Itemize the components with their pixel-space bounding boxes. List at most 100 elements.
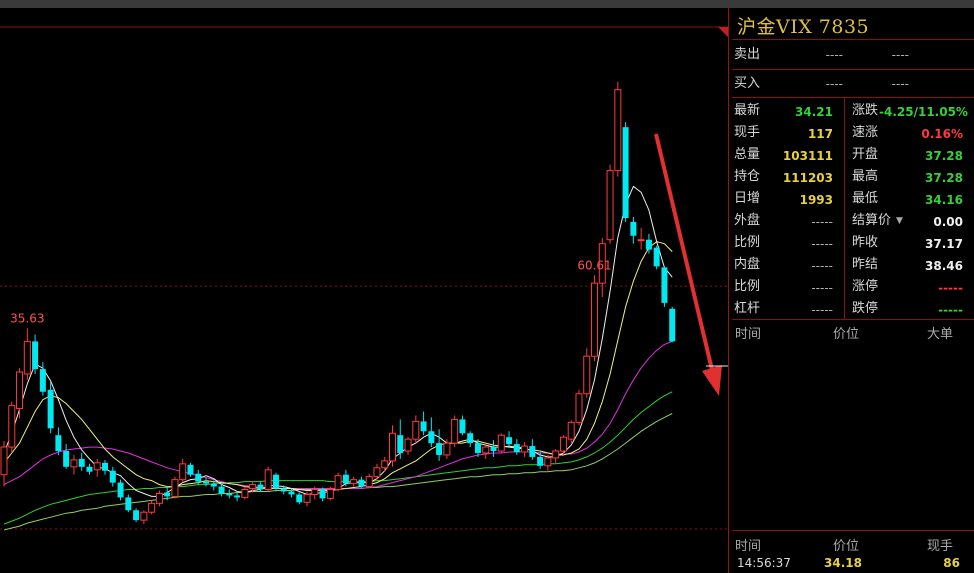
quote-right-value: 0.00 <box>933 215 963 229</box>
candle-body <box>140 511 148 521</box>
candle-body <box>661 267 668 303</box>
candle-body <box>381 460 389 469</box>
candle-body <box>303 493 311 503</box>
candle-body <box>23 340 31 375</box>
candle-body <box>32 341 39 370</box>
candle-body <box>497 434 505 452</box>
candle <box>436 429 443 461</box>
candle-body <box>350 479 358 485</box>
candle <box>630 217 637 244</box>
candle <box>140 510 148 525</box>
candle-body <box>280 488 287 492</box>
quote-left-value: 111203 <box>782 171 833 185</box>
candle <box>451 415 459 448</box>
trade-price: 34.18 <box>824 556 862 570</box>
candle-body <box>319 489 326 499</box>
ticks-list[interactable] <box>732 342 974 528</box>
quote-right-value: -4.25/11.05% <box>879 105 968 119</box>
candle <box>133 508 140 523</box>
quote-panel: 沪金VIX 7835 卖出 ---- ---- 买入 ---- ---- 最新 3… <box>728 8 974 573</box>
candle <box>226 489 233 499</box>
quote-left-label: 外盘 <box>734 213 761 228</box>
candle <box>47 381 54 434</box>
buy-label: 买入 <box>734 76 761 91</box>
candle-body <box>443 442 451 456</box>
candle <box>381 456 389 472</box>
candle-body <box>195 473 202 482</box>
candle <box>365 473 373 489</box>
candle-body <box>234 495 241 498</box>
candle-body <box>614 89 622 172</box>
trade-row[interactable]: 14:56:37 34.18 86 <box>732 554 974 572</box>
trades-price-header: 价位 <box>833 539 860 554</box>
candle-body <box>575 393 583 423</box>
candle <box>117 479 124 501</box>
price-labels: 60.61 35.63 <box>10 258 612 325</box>
candle-body <box>125 497 132 511</box>
candle <box>23 328 31 380</box>
candle <box>420 411 427 436</box>
candle-body <box>583 355 591 395</box>
candle-body <box>241 489 249 498</box>
candle <box>614 81 622 177</box>
candle-body <box>552 450 560 459</box>
candle <box>661 266 668 307</box>
candle-body <box>482 446 490 454</box>
quote-right-label: 涨跌 <box>852 103 879 118</box>
candle-body <box>451 418 459 444</box>
candle-body <box>39 369 46 392</box>
sell-price: ---- <box>825 48 843 62</box>
candle <box>552 449 560 463</box>
candle-body <box>559 436 567 452</box>
candle-body <box>373 467 381 478</box>
candle-body <box>257 484 264 490</box>
trade-size: 86 <box>943 556 960 570</box>
candle <box>109 466 116 487</box>
candle <box>125 494 132 513</box>
quote-left-value: 103111 <box>782 149 833 163</box>
kline-chart[interactable]: 60.61 35.63 <box>0 8 728 573</box>
candle-body <box>8 405 16 448</box>
buy-volume: ---- <box>891 77 909 91</box>
candle <box>55 427 62 455</box>
quote-left-label: 杠杆 <box>734 301 761 316</box>
quote-right-label: 开盘 <box>852 147 879 162</box>
quote-right-label: 速涨 <box>852 125 879 140</box>
candle-body <box>179 463 187 481</box>
quote-left-value: 1993 <box>799 193 833 207</box>
divider <box>732 530 974 531</box>
trend-arrow-head <box>702 365 722 396</box>
candle <box>102 459 109 475</box>
candle-body <box>187 464 194 475</box>
candle <box>490 440 497 457</box>
candle-body <box>16 371 24 410</box>
candle <box>669 306 676 343</box>
candle <box>575 389 583 426</box>
quote-right-label: 最低 <box>852 191 879 206</box>
candle <box>567 420 575 444</box>
candle <box>397 419 404 459</box>
divider <box>732 69 974 70</box>
candle-body <box>544 457 552 467</box>
candle <box>264 466 272 492</box>
quote-left-value: ----- <box>811 237 833 251</box>
candle-body <box>606 170 614 241</box>
quote-left-label: 持仓 <box>734 169 761 184</box>
quote-left-label: 总量 <box>734 147 761 162</box>
quote-left-value: 117 <box>807 127 833 141</box>
candle-body <box>365 476 373 488</box>
candle-body <box>311 489 319 495</box>
trades-time-header: 时间 <box>735 539 762 554</box>
candle <box>86 463 93 475</box>
candle <box>529 439 536 460</box>
quote-left-value: ----- <box>811 303 833 317</box>
ma10-line <box>3 241 673 491</box>
candle-body <box>412 420 420 440</box>
candle-body <box>210 483 217 487</box>
candle-body <box>296 494 303 503</box>
quote-left-value: ----- <box>811 215 833 229</box>
candle <box>513 439 520 455</box>
candle-body <box>70 459 78 468</box>
candle-body <box>404 438 412 452</box>
candle-body <box>645 239 652 250</box>
